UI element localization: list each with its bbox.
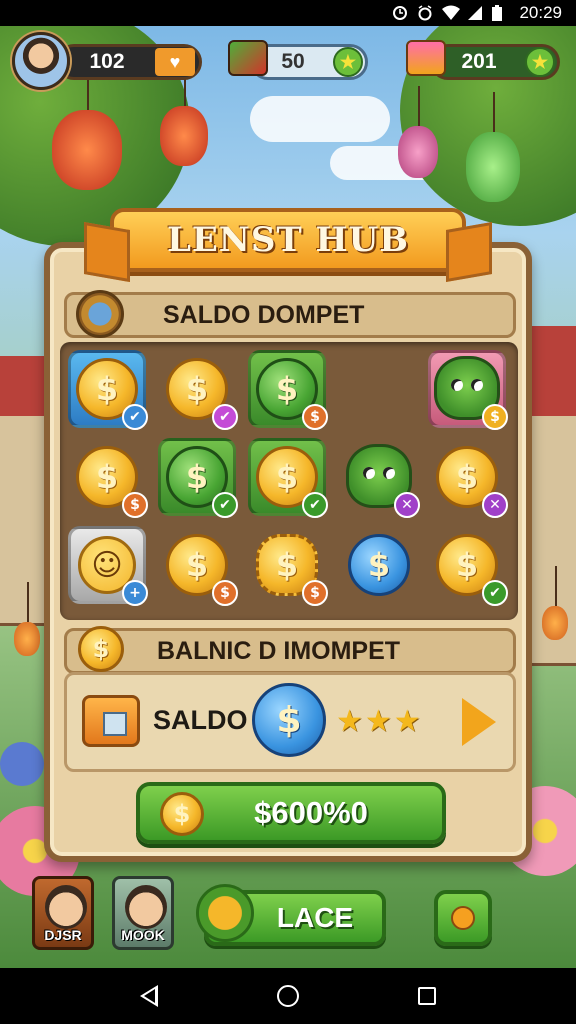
title-ribbon: LENST HUB (110, 208, 466, 272)
coin-badge-icon: $ (212, 580, 238, 606)
check-badge-icon: ✔ (302, 492, 328, 518)
fruit-icon (451, 906, 475, 930)
section-title: BALNIC D IMOMPET (157, 636, 401, 665)
cash-stack-icon (228, 40, 268, 76)
lantern-icon (52, 70, 122, 190)
section-title: SALDO DOMPET (163, 300, 365, 329)
grid-item[interactable]: $ ✕ (428, 438, 508, 518)
fruit-button[interactable] (434, 890, 492, 946)
recent-apps-icon[interactable] (418, 987, 437, 1005)
item-grid: $ ✔ $ ✔ $ $ $ $ $ $ ✔ $ ✔ ✕ $ ✕ ☺ + $ $ $ $ $ $ ✔ (60, 342, 518, 620)
star-icon: ★ (333, 47, 363, 77)
player-avatar[interactable] (12, 32, 70, 90)
character-name: MOOK (121, 927, 165, 943)
grid-item[interactable]: $ (428, 350, 508, 430)
grid-item[interactable]: $ $ (248, 526, 328, 606)
check-badge-icon: ✔ (122, 404, 148, 430)
treasure-chest-icon (82, 695, 140, 747)
flower-icon (0, 742, 44, 786)
coin-icon: $ (160, 792, 204, 836)
character-card-2[interactable]: MOOK (112, 876, 174, 950)
grid-item[interactable]: ✕ (340, 438, 420, 518)
lantern-icon (160, 66, 208, 166)
alarm-clock-icon (417, 5, 433, 21)
lace-button-label: LACE (276, 902, 354, 933)
grid-item[interactable]: $ $ (158, 526, 238, 606)
grid-item[interactable]: $ ✔ (248, 438, 328, 518)
gems-counter[interactable]: 201 ★ (430, 44, 560, 80)
star-icon: ★ (525, 47, 555, 77)
gems-value: 201 (461, 50, 497, 73)
panel-title: LENST HUB (166, 220, 410, 260)
cloud (250, 96, 390, 142)
signal-icon (467, 5, 483, 21)
x-badge-icon: ✕ (482, 492, 508, 518)
check-badge-icon: ✔ (212, 492, 238, 518)
x-badge-icon: ✕ (394, 492, 420, 518)
section-header-wallet: SALDO DOMPET (64, 292, 516, 338)
battery-icon (492, 5, 508, 21)
wifi-icon (442, 5, 461, 21)
grid-item[interactable]: $ ✔ (158, 350, 238, 430)
grid-item[interactable]: $ ✔ (158, 438, 238, 518)
coin-icon: $ (348, 534, 410, 596)
clock-time: 20:29 (519, 3, 562, 22)
home-icon[interactable] (276, 985, 299, 1007)
section-header-balance: BALNIC D IMOMPET (64, 628, 516, 674)
rating-stars: ★★★ (336, 704, 423, 739)
balance-action-button[interactable]: $ $600%0 (136, 782, 446, 844)
character-name: DJSR (44, 927, 82, 943)
play-arrow-button[interactable] (462, 698, 496, 746)
grid-item[interactable]: $ ✔ (428, 526, 508, 606)
check-badge-icon: ✔ (482, 580, 508, 606)
check-badge-icon: ✔ (212, 404, 238, 430)
big-coin-button[interactable]: $ (252, 683, 326, 757)
level-counter[interactable]: 102 ♥ (56, 44, 202, 80)
grid-item[interactable]: $ (340, 526, 418, 604)
coin-badge-icon: $ (302, 580, 328, 606)
plus-badge-icon: + (122, 580, 148, 606)
balance-label: SALDO (153, 705, 248, 735)
character-portrait (125, 885, 167, 929)
gear-icon[interactable] (76, 290, 124, 338)
heart-icon: ♥ (155, 48, 195, 76)
blue-coin-icon: $ (252, 683, 326, 757)
grid-item[interactable]: $ ✔ (68, 350, 148, 430)
alarm-icon (392, 5, 408, 21)
grid-item[interactable]: $ $ (68, 438, 148, 518)
status-bar: 20:29 (0, 0, 576, 26)
coin-badge-icon: $ (482, 404, 508, 430)
lantern-icon (542, 566, 568, 640)
character-portrait (45, 885, 87, 929)
back-icon[interactable] (139, 985, 158, 1007)
lantern-icon (466, 92, 520, 202)
action-button-label: $600%0 (254, 795, 368, 830)
grid-empty-slot (340, 350, 418, 428)
carrot-coin-icon (196, 884, 254, 942)
lantern-icon (398, 86, 438, 178)
android-nav-bar (0, 968, 576, 1024)
character-card-1[interactable]: DJSR (32, 876, 94, 950)
coin-badge-icon: $ (122, 492, 148, 518)
grid-item[interactable]: $ $ (248, 350, 328, 430)
gift-box-icon (406, 40, 446, 76)
coin-icon: $ (78, 626, 124, 672)
level-value: 102 (89, 50, 125, 73)
lantern-icon (14, 582, 40, 656)
house-left (0, 406, 50, 626)
coin-badge-icon: $ (302, 404, 328, 430)
grid-item[interactable]: ☺ + (68, 526, 148, 606)
